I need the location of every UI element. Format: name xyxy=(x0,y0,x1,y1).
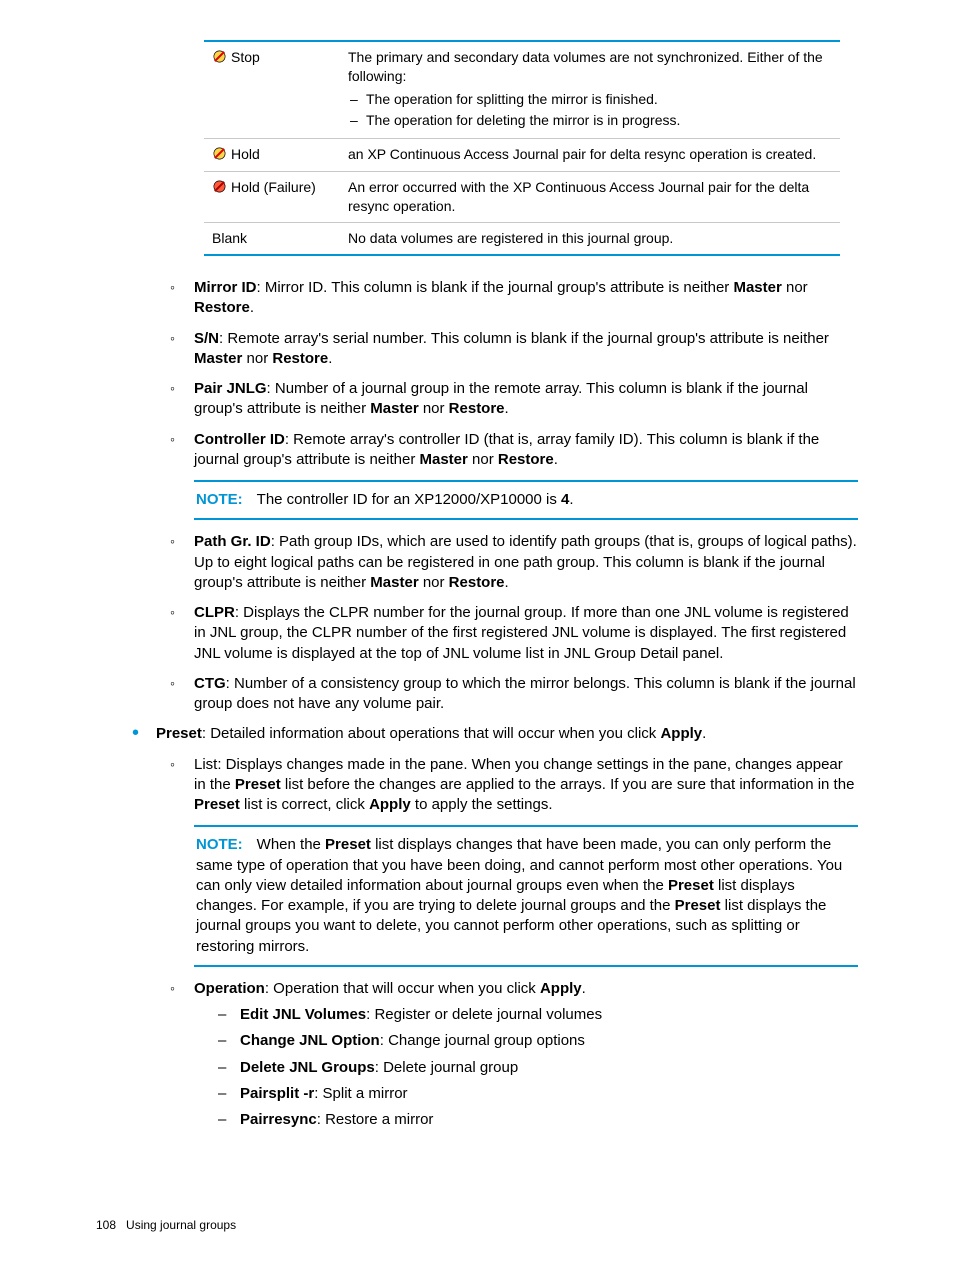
outer-list: Preset: Detailed information about opera… xyxy=(130,724,858,744)
list-item: CTG: Number of a consistency group to wh… xyxy=(170,674,858,715)
stop-icon xyxy=(212,179,227,199)
status-desc: The primary and secondary data volumes a… xyxy=(348,49,823,84)
status-desc: No data volumes are registered in this j… xyxy=(340,223,840,255)
page-number: 108 xyxy=(96,1218,116,1232)
list-item: Change JNL Option: Change journal group … xyxy=(218,1031,858,1051)
list-item: S/N: Remote array's serial number. This … xyxy=(170,329,858,370)
stop-icon xyxy=(212,146,227,166)
list-item: Pairresync: Restore a mirror xyxy=(218,1110,858,1130)
term: Pair JNLG xyxy=(194,380,267,397)
table-row: Blank No data volumes are registered in … xyxy=(204,223,840,255)
list-item: Edit JNL Volumes: Register or delete jou… xyxy=(218,1005,858,1025)
list-item: Mirror ID: Mirror ID. This column is bla… xyxy=(170,278,858,319)
definition-list: Mirror ID: Mirror ID. This column is bla… xyxy=(170,278,858,714)
note-block: NOTE:The controller ID for an XP12000/XP… xyxy=(194,480,858,520)
term: Operation xyxy=(194,980,265,997)
list-item: Pair JNLG: Number of a journal group in … xyxy=(170,379,858,420)
list-item: List: Displays changes made in the pane.… xyxy=(170,755,858,967)
status-bullet: The operation for splitting the mirror i… xyxy=(366,90,832,109)
status-bullet: The operation for deleting the mirror is… xyxy=(366,111,832,130)
stop-icon xyxy=(212,49,227,69)
note-label: NOTE: xyxy=(196,491,243,508)
status-label: Blank xyxy=(204,223,340,255)
list-item: Pairsplit -r: Split a mirror xyxy=(218,1084,858,1104)
list-item: CLPR: Displays the CLPR number for the j… xyxy=(170,603,858,664)
section-title: Using journal groups xyxy=(126,1218,236,1232)
note-label: NOTE: xyxy=(196,836,243,853)
list-item: Preset: Detailed information about opera… xyxy=(130,724,858,744)
term: Path Gr. ID xyxy=(194,533,271,550)
term: CTG xyxy=(194,675,226,692)
list-item: Operation: Operation that will occur whe… xyxy=(170,979,858,1131)
note-block: NOTE:When the Preset list displays chang… xyxy=(194,825,858,967)
status-label: Stop xyxy=(231,49,260,65)
table-row: Stop The primary and secondary data volu… xyxy=(204,41,840,138)
term: Mirror ID xyxy=(194,279,257,296)
status-desc: An error occurred with the XP Continuous… xyxy=(340,172,840,223)
status-table: Stop The primary and secondary data volu… xyxy=(204,40,840,256)
table-row: Hold (Failure) An error occurred with th… xyxy=(204,172,840,223)
status-bullets: The operation for splitting the mirror i… xyxy=(348,90,832,130)
term: Preset xyxy=(156,725,202,742)
status-label: Hold (Failure) xyxy=(231,179,316,195)
page-footer: 108 Using journal groups xyxy=(96,1217,236,1233)
operation-list: Edit JNL Volumes: Register or delete jou… xyxy=(218,1005,858,1130)
document-page: Stop The primary and secondary data volu… xyxy=(0,0,954,1271)
status-desc: an XP Continuous Access Journal pair for… xyxy=(340,138,840,172)
term: S/N xyxy=(194,330,219,347)
preset-sub-list: List: Displays changes made in the pane.… xyxy=(170,755,858,1131)
term: CLPR xyxy=(194,604,235,621)
term: Controller ID xyxy=(194,431,285,448)
status-label: Hold xyxy=(231,146,260,162)
table-row: Hold an XP Continuous Access Journal pai… xyxy=(204,138,840,172)
list-item: Path Gr. ID: Path group IDs, which are u… xyxy=(170,532,858,593)
list-item: Delete JNL Groups: Delete journal group xyxy=(218,1058,858,1078)
list-item: Controller ID: Remote array's controller… xyxy=(170,430,858,521)
